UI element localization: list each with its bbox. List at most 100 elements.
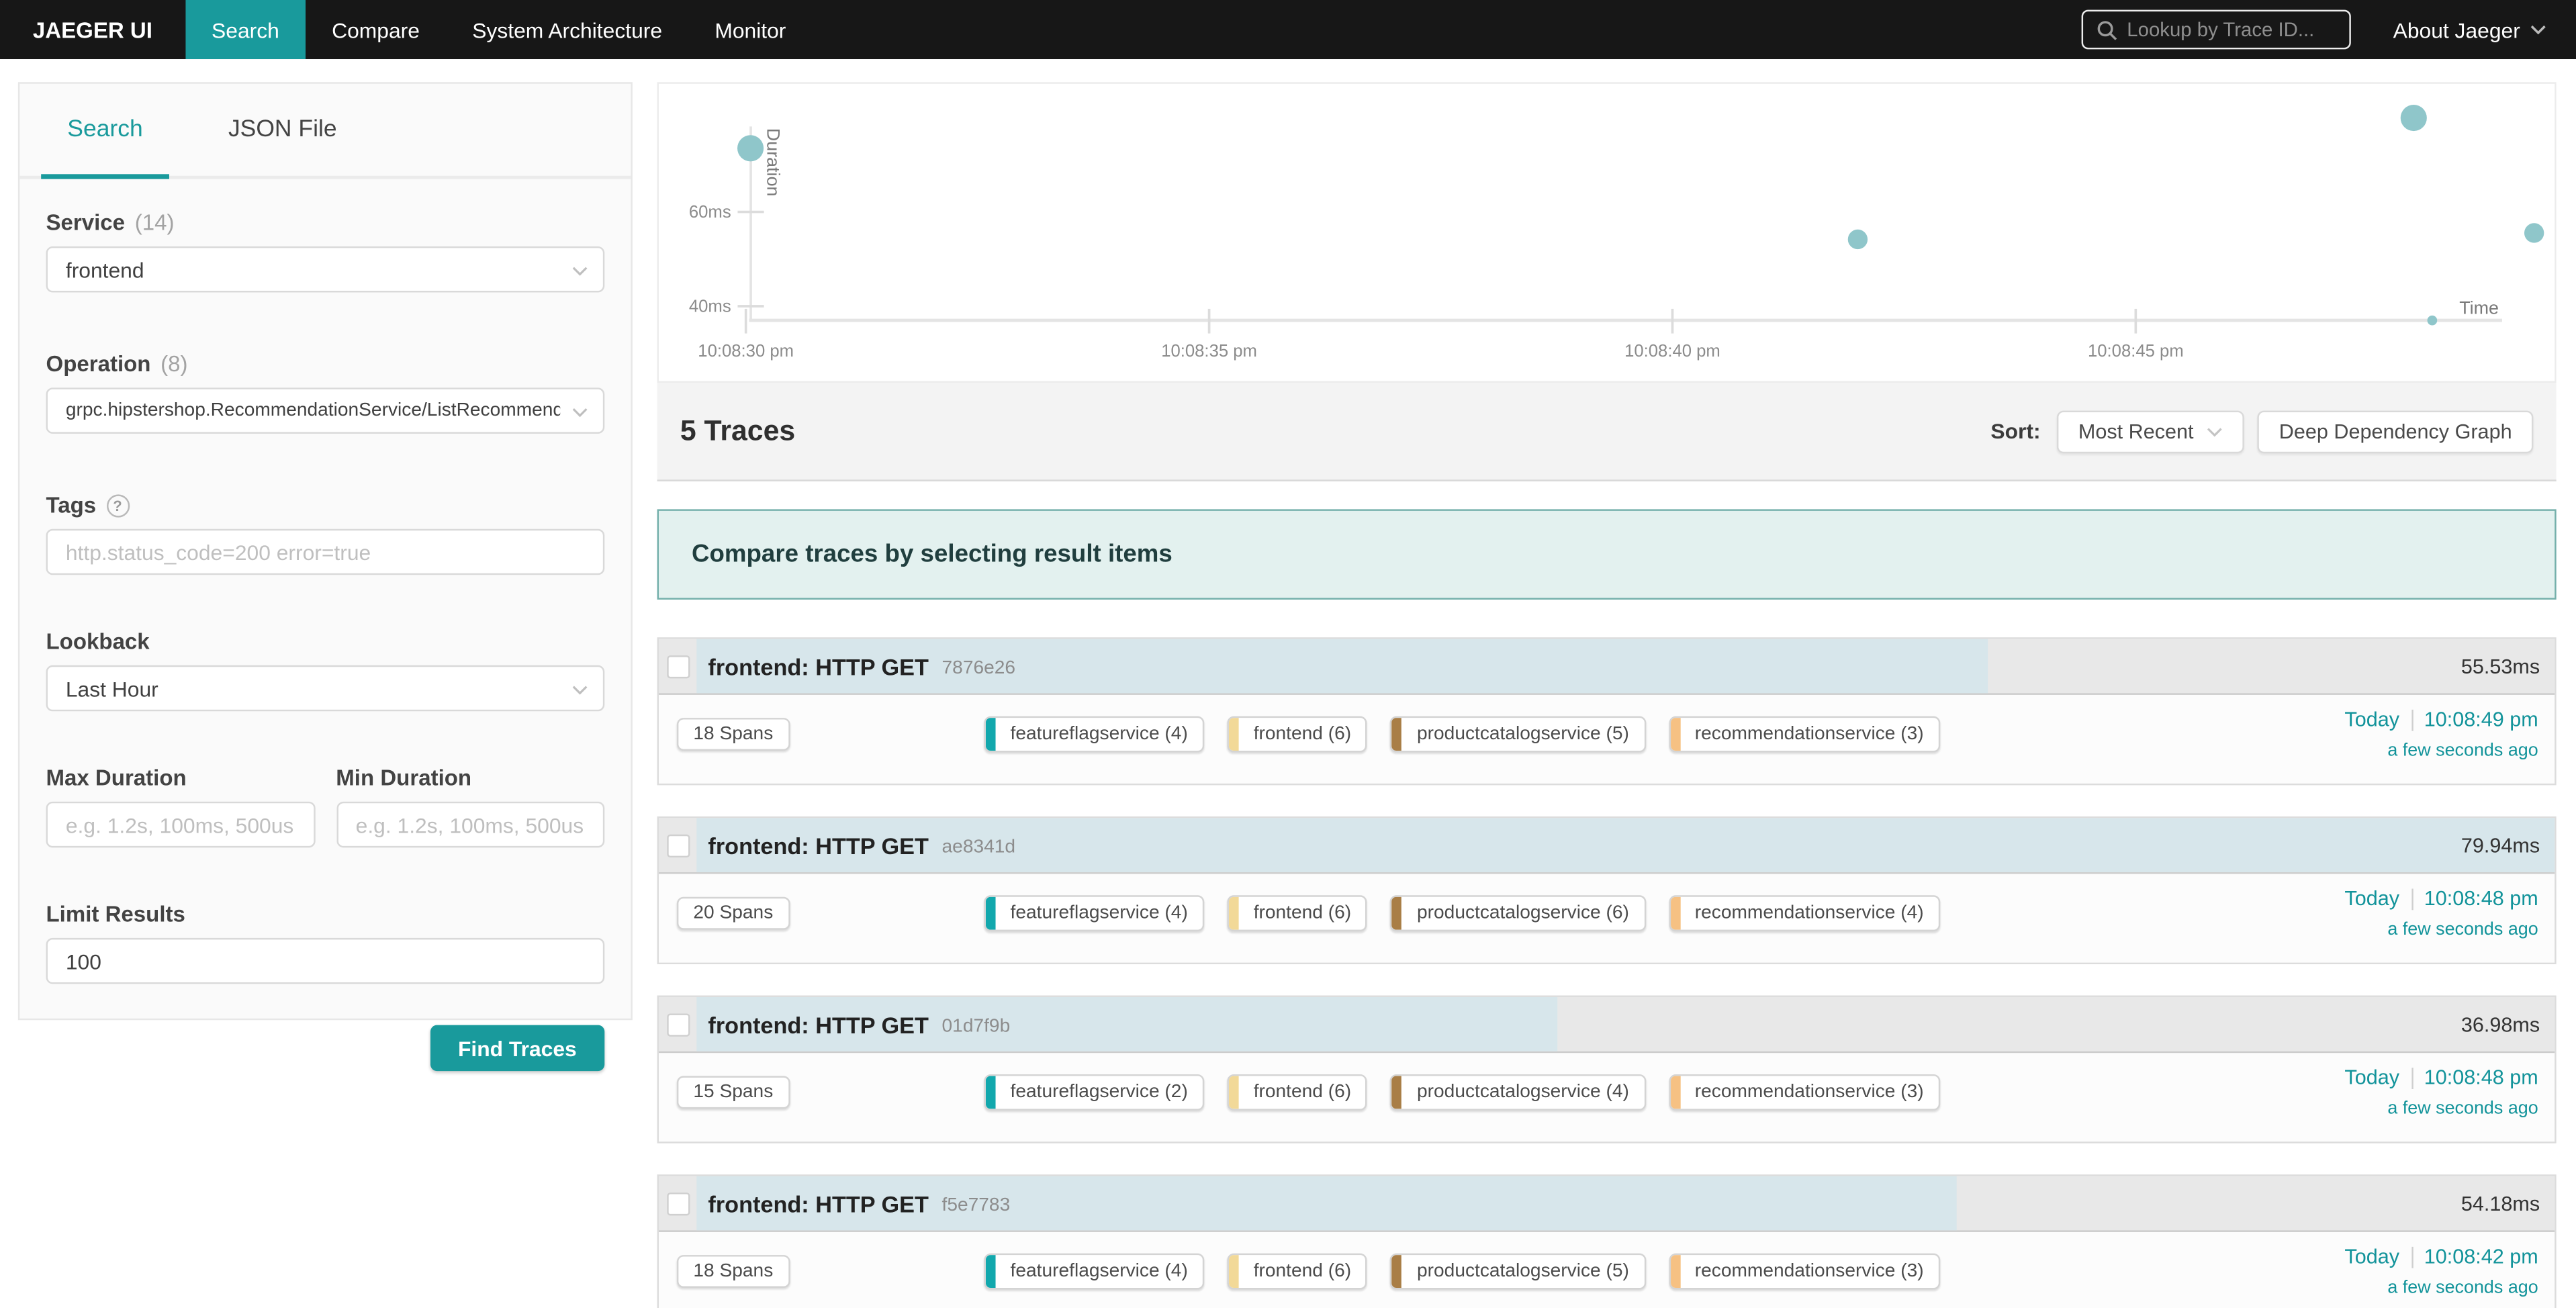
svg-text:Time: Time <box>2459 297 2499 318</box>
limit-results-input[interactable] <box>66 949 585 974</box>
limit-results-box[interactable] <box>46 938 605 984</box>
nav-item-system-architecture[interactable]: System Architecture <box>446 0 688 59</box>
trace-time: 10:08:49 pm <box>2424 708 2538 731</box>
separator <box>2411 888 2412 909</box>
trace-timestamp: Today 10:08:48 pm a few seconds ago <box>2344 1066 2538 1119</box>
service-chip: frontend (6) <box>1228 895 1368 931</box>
service-color-strip <box>1670 1255 1680 1288</box>
compare-banner-text: Compare traces by selecting result items <box>692 541 1172 569</box>
sort-label: Sort: <box>1990 419 2040 444</box>
trace-id: 01d7f9b <box>942 1013 1011 1035</box>
trace-duration: 79.94ms <box>2461 818 2540 872</box>
about-jaeger-menu[interactable]: About Jaeger <box>2393 17 2546 42</box>
operation-select[interactable]: grpc.hipstershop.RecommendationService/L… <box>46 387 605 434</box>
service-chip: recommendationservice (4) <box>1669 895 1941 931</box>
duration-scatter-chart[interactable]: 60ms40ms10:08:30 pm10:08:35 pm10:08:40 p… <box>657 82 2557 383</box>
trace-id: ae8341d <box>942 834 1016 857</box>
trace-date: Today <box>2344 887 2399 910</box>
svg-text:10:08:30 pm: 10:08:30 pm <box>698 342 794 361</box>
trace-title: frontend: HTTP GET <box>708 1011 929 1037</box>
service-chip: frontend (6) <box>1228 1074 1368 1111</box>
service-chip: featureflagservice (4) <box>984 895 1204 931</box>
max-duration-box[interactable] <box>46 802 315 848</box>
trace-checkbox[interactable] <box>667 1193 690 1215</box>
limit-results-label: Limit Results <box>46 902 605 927</box>
chevron-down-icon <box>571 685 588 695</box>
svg-text:40ms: 40ms <box>689 297 731 316</box>
separator <box>2411 709 2412 731</box>
trace-result-card: frontend: HTTP GET 7876e26 55.53ms 18 Sp… <box>657 637 2557 785</box>
trace-lookup-input[interactable] <box>2127 18 2324 41</box>
trace-link[interactable]: frontend: HTTP GET ae8341d 79.94ms <box>659 818 2555 874</box>
trace-time: 10:08:48 pm <box>2424 1066 2538 1089</box>
trace-checkbox[interactable] <box>667 1013 690 1036</box>
trace-checkbox[interactable] <box>667 655 690 678</box>
nav-item-monitor[interactable]: Monitor <box>688 0 812 59</box>
trace-title: frontend: HTTP GET <box>708 1190 929 1216</box>
service-color-strip <box>1670 1076 1680 1109</box>
separator <box>2411 1246 2412 1268</box>
sort-select[interactable]: Most Recent <box>2057 410 2244 453</box>
trace-id: f5e7783 <box>942 1192 1011 1215</box>
service-chip: featureflagservice (4) <box>984 1254 1204 1290</box>
min-duration-label: Min Duration <box>336 765 604 790</box>
svg-text:60ms: 60ms <box>689 203 731 222</box>
service-chip: frontend (6) <box>1228 716 1368 753</box>
trace-link[interactable]: frontend: HTTP GET f5e7783 54.18ms <box>659 1176 2555 1232</box>
service-color-strip <box>1670 718 1680 751</box>
tab-json-file[interactable]: JSON File <box>202 117 363 143</box>
span-count-chip: 18 Spans <box>677 1255 790 1288</box>
service-label: Service (14) <box>46 210 605 235</box>
service-color-strip <box>1392 1076 1402 1109</box>
trace-duration: 54.18ms <box>2461 1176 2540 1231</box>
tags-label: Tags ? <box>46 493 605 518</box>
trace-lookup-box[interactable] <box>2081 10 2350 50</box>
service-chip: recommendationservice (3) <box>1669 1074 1941 1111</box>
trace-relative-time: a few seconds ago <box>2344 741 2538 760</box>
find-traces-button[interactable]: Find Traces <box>430 1025 604 1072</box>
trace-relative-time: a few seconds ago <box>2344 1278 2538 1297</box>
tags-input[interactable] <box>66 540 585 565</box>
svg-text:10:08:40 pm: 10:08:40 pm <box>1624 342 1720 361</box>
service-color-strip <box>1392 718 1402 751</box>
min-duration-input[interactable] <box>356 812 585 837</box>
service-chip: featureflagservice (4) <box>984 716 1204 753</box>
max-duration-input[interactable] <box>66 812 295 837</box>
trace-time: 10:08:48 pm <box>2424 887 2538 910</box>
trace-count: 5 Traces <box>680 414 795 449</box>
trace-timestamp: Today 10:08:49 pm a few seconds ago <box>2344 708 2538 760</box>
results-main: 60ms40ms10:08:30 pm10:08:35 pm10:08:40 p… <box>657 82 2557 1308</box>
service-chip: productcatalogservice (5) <box>1391 1254 1646 1290</box>
trace-result-card: frontend: HTTP GET 01d7f9b 36.98ms 15 Sp… <box>657 996 2557 1143</box>
service-chip: recommendationservice (3) <box>1669 1254 1941 1290</box>
help-icon[interactable]: ? <box>106 494 129 516</box>
trace-title: frontend: HTTP GET <box>708 653 929 679</box>
span-count-chip: 18 Spans <box>677 718 790 751</box>
results-header: 5 Traces Sort: Most Recent Deep Dependen… <box>657 383 2557 481</box>
trace-link[interactable]: frontend: HTTP GET 01d7f9b 36.98ms <box>659 997 2555 1053</box>
service-select[interactable]: frontend <box>46 246 605 293</box>
nav-item-compare[interactable]: Compare <box>306 0 446 59</box>
deep-dependency-graph-button[interactable]: Deep Dependency Graph <box>2258 410 2533 453</box>
search-icon <box>2096 19 2117 40</box>
about-jaeger-label: About Jaeger <box>2393 17 2520 42</box>
trace-checkbox[interactable] <box>667 835 690 857</box>
chevron-down-icon <box>571 408 588 418</box>
nav-item-search[interactable]: Search <box>185 0 306 59</box>
service-color-strip <box>986 1076 996 1109</box>
lookback-select[interactable]: Last Hour <box>46 665 605 712</box>
trace-date: Today <box>2344 708 2399 731</box>
tab-search[interactable]: Search <box>41 117 169 143</box>
service-color-strip <box>1229 1255 1239 1288</box>
svg-text:10:08:45 pm: 10:08:45 pm <box>2088 342 2184 361</box>
tags-input-box[interactable] <box>46 529 605 575</box>
trace-link[interactable]: frontend: HTTP GET 7876e26 55.53ms <box>659 639 2555 695</box>
lookback-label: Lookback <box>46 629 605 654</box>
separator <box>2411 1067 2412 1088</box>
service-color-strip <box>1392 1255 1402 1288</box>
chevron-down-icon <box>2530 25 2546 35</box>
min-duration-box[interactable] <box>336 802 604 848</box>
trace-relative-time: a few seconds ago <box>2344 1099 2538 1119</box>
trace-time: 10:08:42 pm <box>2424 1245 2538 1268</box>
page: JAEGER UI Search Compare System Architec… <box>0 0 2576 1307</box>
